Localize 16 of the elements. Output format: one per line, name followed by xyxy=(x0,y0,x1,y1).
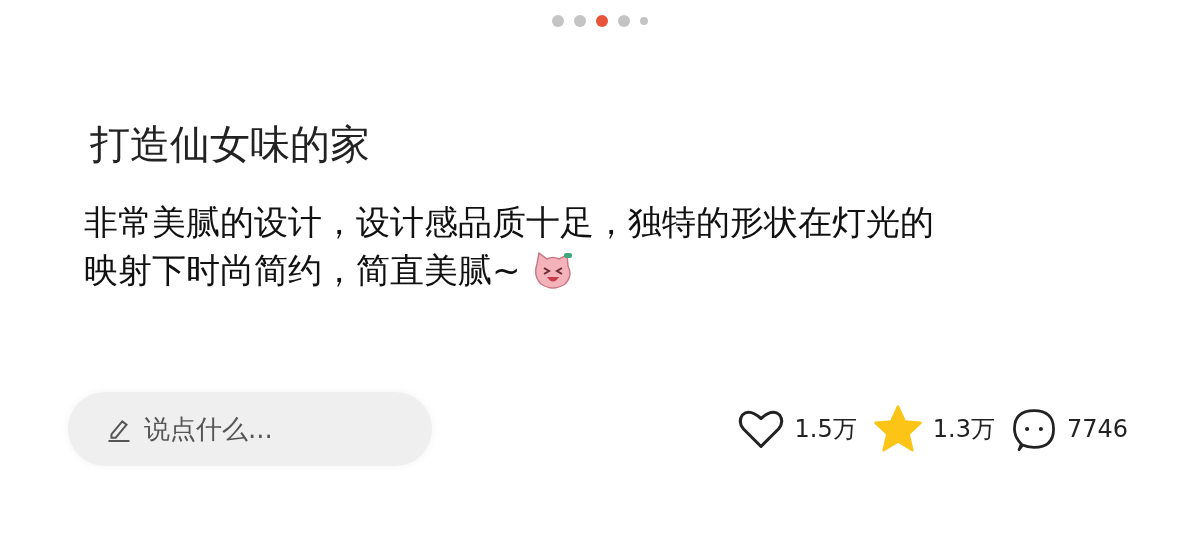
carousel-dot[interactable] xyxy=(640,17,648,25)
action-count: 7746 xyxy=(1066,415,1128,443)
comment-field[interactable]: 说点什么... xyxy=(68,392,432,466)
post-body-line: 映射下时尚简约，简直美腻~ xyxy=(84,249,521,292)
comment-input[interactable]: 说点什么... xyxy=(142,413,366,445)
star-icon[interactable] xyxy=(872,404,923,454)
post-body-line: 非常美腻的设计，设计感品质十足，独特的形状在灯光的 xyxy=(84,201,934,244)
carousel-dot[interactable] xyxy=(618,15,630,27)
heart-icon[interactable] xyxy=(736,408,785,450)
post-title: 打造仙女味的家 xyxy=(90,120,371,169)
action-count: 1.5万 xyxy=(794,414,857,445)
comment-icon[interactable] xyxy=(1010,406,1057,452)
carousel-dot[interactable] xyxy=(596,15,608,27)
action-count: 1.3万 xyxy=(932,414,995,445)
carousel-dot[interactable] xyxy=(574,15,586,27)
carousel-dot[interactable] xyxy=(552,15,564,27)
